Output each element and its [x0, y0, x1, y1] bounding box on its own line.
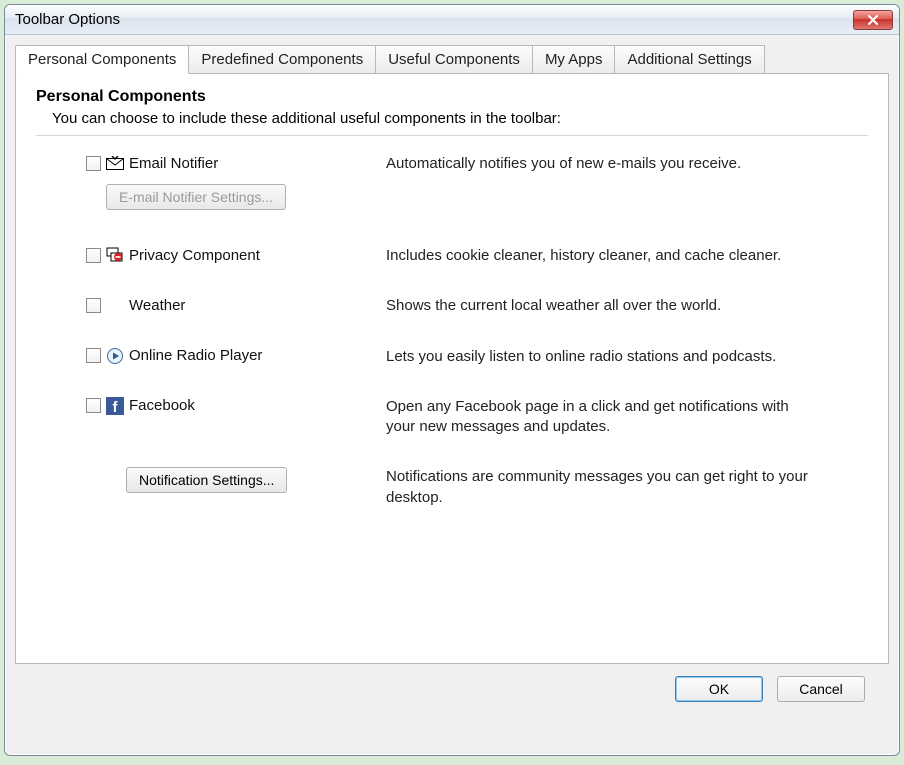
close-icon [867, 15, 879, 25]
checkbox-facebook[interactable] [86, 398, 101, 413]
tab-my-apps[interactable]: My Apps [532, 45, 616, 73]
dialog-window: Toolbar Options Personal Components Pred… [4, 4, 900, 756]
row-weather: Weather Shows the current local weather … [86, 296, 858, 316]
desc-online-radio: Lets you easily listen to online radio s… [386, 347, 816, 367]
checkbox-online-radio[interactable] [86, 348, 101, 363]
separator [36, 135, 868, 136]
weather-icon [105, 296, 125, 314]
desc-privacy-component: Includes cookie cleaner, history cleaner… [386, 246, 816, 266]
label-weather: Weather [129, 297, 185, 314]
desc-notifications: Notifications are community messages you… [386, 467, 816, 508]
desc-weather: Shows the current local weather all over… [386, 296, 816, 316]
facebook-icon: f [105, 397, 125, 415]
tab-panel-personal: Personal Components You can choose to in… [15, 74, 889, 664]
tab-additional-settings[interactable]: Additional Settings [614, 45, 764, 73]
checkbox-weather[interactable] [86, 298, 101, 313]
tab-predefined-components[interactable]: Predefined Components [188, 45, 376, 73]
tab-personal-components[interactable]: Personal Components [15, 45, 189, 74]
ok-button[interactable]: OK [675, 676, 763, 702]
row-email-notifier: Email Notifier E-mail Notifier Settings.… [86, 154, 858, 210]
row-privacy-component: Privacy Component Includes cookie cleane… [86, 246, 858, 266]
desc-facebook: Open any Facebook page in a click and ge… [386, 397, 816, 438]
label-privacy-component: Privacy Component [129, 247, 260, 264]
email-notifier-settings-button[interactable]: E-mail Notifier Settings... [106, 184, 286, 210]
label-online-radio: Online Radio Player [129, 347, 262, 364]
notification-settings-button[interactable]: Notification Settings... [126, 467, 287, 493]
titlebar: Toolbar Options [5, 5, 899, 35]
window-title: Toolbar Options [15, 11, 120, 28]
tab-useful-components[interactable]: Useful Components [375, 45, 533, 73]
envelope-icon [105, 154, 125, 172]
dialog-button-row: OK Cancel [15, 664, 889, 702]
cancel-button[interactable]: Cancel [777, 676, 865, 702]
label-facebook: Facebook [129, 397, 195, 414]
desc-email-notifier: Automatically notifies you of new e-mail… [386, 154, 816, 174]
privacy-icon [105, 246, 125, 264]
play-circle-icon [105, 347, 125, 365]
checkbox-email-notifier[interactable] [86, 156, 101, 171]
tab-strip: Personal Components Predefined Component… [15, 45, 889, 74]
component-list: Email Notifier E-mail Notifier Settings.… [36, 154, 868, 508]
row-notification-settings: Notification Settings... Notifications a… [86, 467, 858, 508]
checkbox-privacy-component[interactable] [86, 248, 101, 263]
row-facebook: f Facebook Open any Facebook page in a c… [86, 397, 858, 438]
client-area: Personal Components Predefined Component… [5, 35, 899, 712]
panel-subtitle: You can choose to include these addition… [52, 110, 868, 127]
row-online-radio: Online Radio Player Lets you easily list… [86, 347, 858, 367]
panel-title: Personal Components [36, 88, 868, 106]
label-email-notifier: Email Notifier [129, 155, 218, 172]
close-button[interactable] [853, 10, 893, 30]
